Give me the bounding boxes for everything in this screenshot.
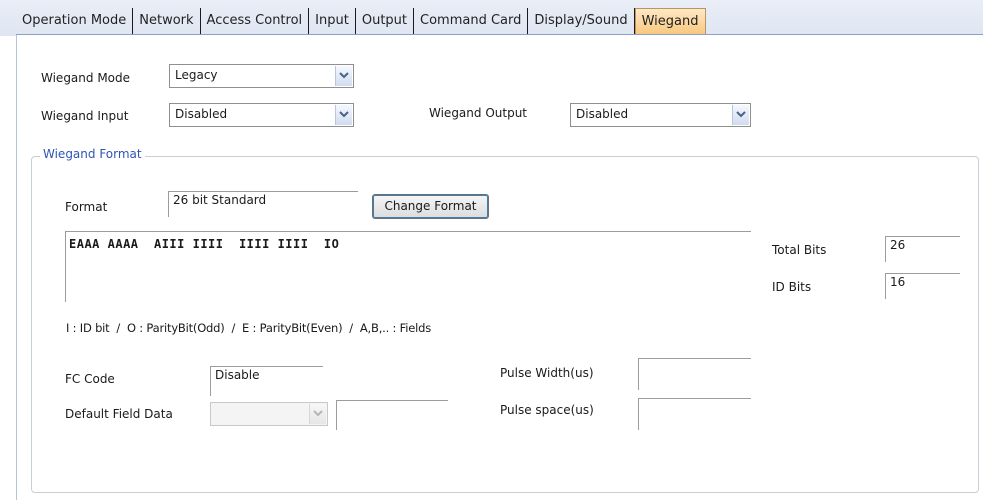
chevron-down-icon xyxy=(339,72,349,79)
fc-code-field: Disable xyxy=(210,366,323,396)
wiegand-mode-select[interactable]: Legacy xyxy=(169,64,354,88)
format-value: 26 bit Standard xyxy=(173,193,267,207)
chevron-down-icon xyxy=(313,410,323,417)
wiegand-format-group-title: Wiegand Format xyxy=(40,147,145,161)
wiegand-output-dropdown-button[interactable] xyxy=(732,105,749,125)
wiegand-output-select[interactable]: Disabled xyxy=(570,103,751,127)
id-bits-field: 16 xyxy=(885,273,960,299)
tab-strip: Operation Mode Network Access Control In… xyxy=(0,0,983,36)
wiegand-mode-value: Legacy xyxy=(175,68,218,82)
bit-pattern-field: EAAA AAAA AIII IIII IIII IIII IO xyxy=(65,231,751,302)
fc-code-label: FC Code xyxy=(65,372,115,386)
tab-display-sound[interactable]: Display/Sound xyxy=(528,8,635,34)
tab-access-control[interactable]: Access Control xyxy=(201,8,310,34)
wiegand-output-label: Wiegand Output xyxy=(429,106,528,120)
default-field-data-input[interactable] xyxy=(336,400,448,430)
wiegand-mode-dropdown-button[interactable] xyxy=(335,66,352,86)
id-bits-value: 16 xyxy=(890,275,906,289)
format-field: 26 bit Standard xyxy=(168,191,358,217)
default-field-data-select[interactable] xyxy=(210,402,328,426)
pulse-space-input[interactable] xyxy=(638,398,751,430)
tab-operation-mode[interactable]: Operation Mode xyxy=(16,8,134,34)
wiegand-mode-label: Wiegand Mode xyxy=(41,71,131,85)
id-bits-label: ID Bits xyxy=(772,280,812,294)
pulse-width-label: Pulse Width(us) xyxy=(500,366,594,380)
wiegand-input-label: Wiegand Input xyxy=(41,109,129,123)
fc-code-value: Disable xyxy=(215,368,260,382)
tab-output[interactable]: Output xyxy=(356,8,415,34)
change-format-button[interactable]: Change Format xyxy=(372,194,489,219)
default-field-data-label: Default Field Data xyxy=(65,407,173,421)
tab-network[interactable]: Network xyxy=(133,8,201,34)
tab-row: Operation Mode Network Access Control In… xyxy=(16,8,706,34)
default-field-data-dropdown-button[interactable] xyxy=(309,404,326,424)
wiegand-output-value: Disabled xyxy=(576,107,629,121)
pulse-space-label: Pulse space(us) xyxy=(500,403,594,417)
wiegand-input-dropdown-button[interactable] xyxy=(335,105,352,125)
total-bits-label: Total Bits xyxy=(772,243,827,257)
tab-input[interactable]: Input xyxy=(309,8,356,34)
bit-legend: I : ID bit / O : ParityBit(Odd) / E : Pa… xyxy=(66,321,431,335)
pulse-width-input[interactable] xyxy=(638,358,751,390)
wiegand-input-select[interactable]: Disabled xyxy=(169,103,354,127)
total-bits-value: 26 xyxy=(890,238,906,252)
chevron-down-icon xyxy=(736,111,746,118)
total-bits-field: 26 xyxy=(885,236,960,262)
tab-command-card[interactable]: Command Card xyxy=(414,8,529,34)
format-label: Format xyxy=(65,200,108,214)
bit-pattern-value: EAAA AAAA AIII IIII IIII IIII IO xyxy=(69,237,340,251)
chevron-down-icon xyxy=(339,111,349,118)
tab-wiegand[interactable]: Wiegand xyxy=(634,8,706,34)
wiegand-input-value: Disabled xyxy=(175,107,228,121)
